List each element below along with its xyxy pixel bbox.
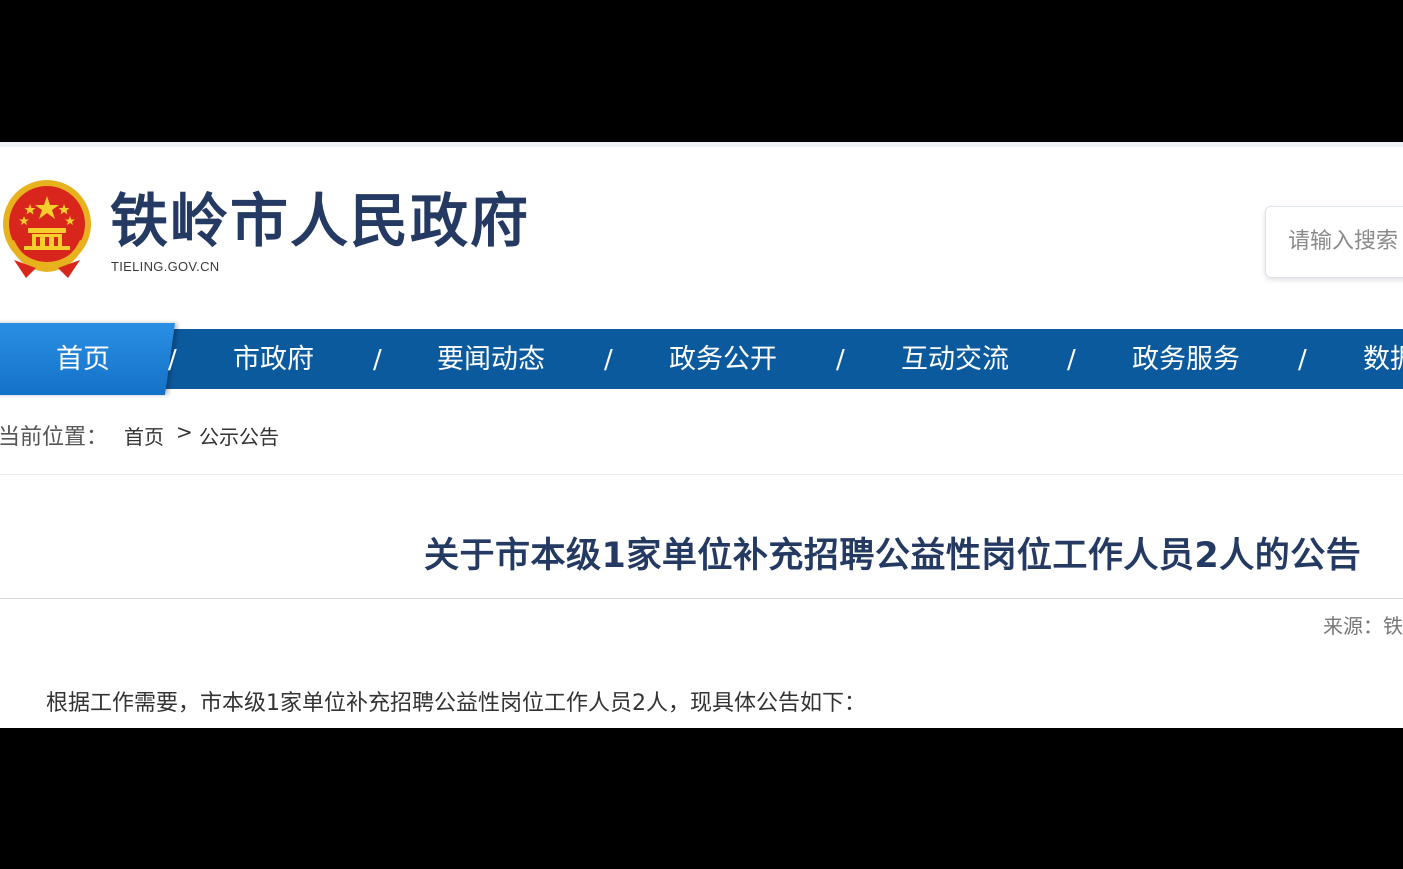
nav-separator: / [373,345,382,375]
national-emblem-icon [3,180,91,278]
nav-separator: / [604,345,613,375]
nav-item-government-affairs[interactable]: 政务公开 [669,329,777,389]
article-source: 来源：铁 [1323,614,1403,638]
breadcrumb-home-link[interactable]: 首页 [124,421,164,450]
article-title: 关于市本级1家单位补充招聘公益性岗位工作人员2人的公告 [424,536,1362,576]
divider [0,474,1403,475]
breadcrumb-separator: > [176,420,193,444]
search-box[interactable] [1265,206,1403,278]
nav-separator: / [1298,345,1307,375]
main-nav: 首页 / 市政府 / 要闻动态 / 政务公开 / 互动交流 / 政务服务 / 数… [0,323,1403,395]
search-input[interactable] [1288,223,1403,259]
nav-item-services[interactable]: 政务服务 [1132,329,1240,389]
nav-item-city-government[interactable]: 市政府 [233,329,314,389]
nav-item-home[interactable]: 首页 [56,329,110,389]
nav-item-data[interactable]: 数据 [1363,329,1403,389]
title-divider [0,598,1403,599]
site-domain: TIELING.GOV.CN [111,259,220,274]
nav-item-news[interactable]: 要闻动态 [437,329,545,389]
nav-separator: / [168,345,177,375]
breadcrumb-current-link[interactable]: 公示公告 [199,421,279,450]
nav-separator: / [836,345,845,375]
top-strip [0,142,1403,147]
breadcrumb-label: 当前位置： [0,425,109,450]
page: 铁岭市人民政府 TIELING.GOV.CN 首页 / 市政府 / 要闻动态 /… [0,142,1403,728]
nav-separator: / [1067,345,1076,375]
nav-item-interaction[interactable]: 互动交流 [901,329,1009,389]
site-title[interactable]: 铁岭市人民政府 [110,187,530,255]
article-paragraph: 根据工作需要，市本级1家单位补充招聘公益性岗位工作人员2人，现具体公告如下： [46,691,866,716]
